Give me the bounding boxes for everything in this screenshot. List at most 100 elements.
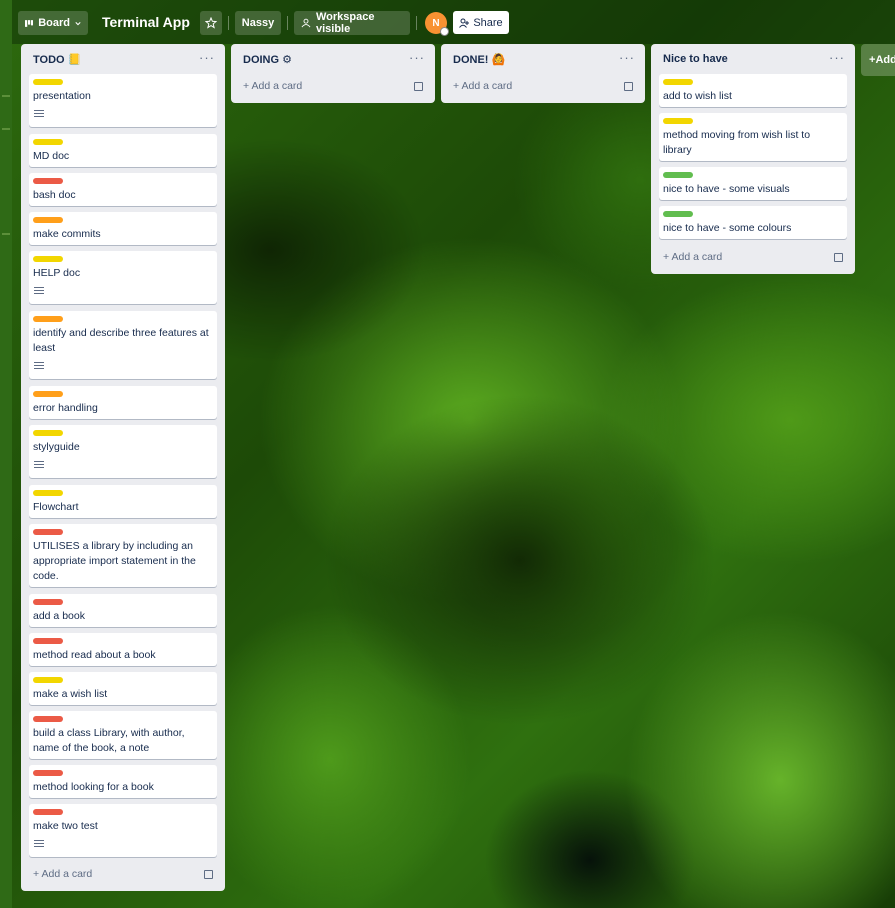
board-title[interactable]: Terminal App xyxy=(102,14,190,30)
card-title: Flowchart xyxy=(33,501,79,513)
label-red xyxy=(33,770,63,776)
card[interactable]: bash doc xyxy=(29,173,217,206)
card[interactable]: add to wish list xyxy=(659,74,847,107)
label-red xyxy=(33,178,63,184)
visibility-label: Workspace visible xyxy=(315,11,375,35)
list-title[interactable]: DOING ⚙ xyxy=(243,53,292,66)
label-green xyxy=(663,211,693,217)
template-icon[interactable] xyxy=(414,82,423,91)
description-icon xyxy=(34,110,44,118)
label-yellow xyxy=(33,490,63,496)
list-nice-to-have: Nice to have ··· add to wish list method… xyxy=(651,44,855,274)
add-card-label: Add a card xyxy=(41,868,93,880)
strip-mark xyxy=(2,128,10,130)
card-title: presentation xyxy=(33,90,91,102)
card-title: make two test xyxy=(33,820,98,832)
list-title[interactable]: TODO 📒 xyxy=(33,53,81,66)
label-yellow xyxy=(33,139,63,145)
card[interactable]: make commits xyxy=(29,212,217,245)
card[interactable]: HELP doc xyxy=(29,251,217,304)
card[interactable]: nice to have - some colours xyxy=(659,206,847,239)
card-title: make a wish list xyxy=(33,688,108,700)
member-avatar[interactable]: N xyxy=(425,12,449,36)
card[interactable]: method read about a book xyxy=(29,633,217,666)
card[interactable]: stylyguide xyxy=(29,425,217,478)
label-orange xyxy=(33,217,63,223)
card[interactable]: method looking for a book xyxy=(29,765,217,798)
share-label: Share xyxy=(473,16,503,29)
card-title: method looking for a book xyxy=(33,781,154,793)
visibility-button[interactable]: Workspace visible xyxy=(294,11,410,35)
card[interactable]: identify and describe three features at … xyxy=(29,311,217,379)
description-icon xyxy=(34,461,44,469)
share-button[interactable]: Share xyxy=(453,11,509,34)
list-header: DOING ⚙ ··· xyxy=(231,44,435,76)
label-orange xyxy=(33,391,63,397)
list-done: DONE! 🙆 ··· + Add a card xyxy=(441,44,645,103)
workspace-button[interactable]: Nassy xyxy=(235,11,281,35)
add-card-button[interactable]: + Add a card xyxy=(243,80,302,92)
card-title: method moving from wish list to library xyxy=(663,129,811,156)
description-icon xyxy=(34,840,44,848)
list-header: DONE! 🙆 ··· xyxy=(441,44,645,76)
add-card-label: Add a card xyxy=(671,251,723,263)
card-title: nice to have - some visuals xyxy=(663,183,790,195)
share-icon xyxy=(459,18,470,28)
ellipsis-icon[interactable]: ··· xyxy=(409,50,425,65)
label-orange xyxy=(33,316,63,322)
template-icon[interactable] xyxy=(624,82,633,91)
card[interactable]: nice to have - some visuals xyxy=(659,167,847,200)
list-header: Nice to have ··· xyxy=(651,44,855,76)
card[interactable]: add a book xyxy=(29,594,217,627)
card-title: MD doc xyxy=(33,150,70,162)
label-red xyxy=(33,599,63,605)
list-header: TODO 📒 ··· xyxy=(21,44,225,76)
card[interactable]: make a wish list xyxy=(29,672,217,705)
description-icon xyxy=(34,362,44,370)
star-icon xyxy=(205,17,217,29)
template-icon[interactable] xyxy=(834,253,843,262)
label-red xyxy=(33,638,63,644)
card[interactable]: UTILISES a library by including an appro… xyxy=(29,524,217,587)
left-edge-strip xyxy=(0,0,12,908)
label-red xyxy=(33,809,63,815)
admin-badge-icon xyxy=(440,27,449,36)
card[interactable]: make two test xyxy=(29,804,217,857)
label-green xyxy=(663,172,693,178)
card[interactable]: MD doc xyxy=(29,134,217,167)
label-yellow xyxy=(33,256,63,262)
card-title: nice to have - some colours xyxy=(663,222,792,234)
strip-mark xyxy=(2,95,10,97)
list-title[interactable]: Nice to have xyxy=(663,53,728,65)
template-icon[interactable] xyxy=(204,870,213,879)
label-yellow xyxy=(663,118,693,124)
card[interactable]: error handling xyxy=(29,386,217,419)
label-yellow xyxy=(33,677,63,683)
add-card-label: Add a card xyxy=(251,80,303,92)
card-title: UTILISES a library by including an appro… xyxy=(33,540,196,582)
board-view-switcher[interactable]: Board xyxy=(18,11,88,35)
card-title: build a class Library, with author, name… xyxy=(33,727,185,754)
ellipsis-icon[interactable]: ··· xyxy=(619,50,635,65)
ellipsis-icon[interactable]: ··· xyxy=(199,50,215,65)
add-card-button[interactable]: + Add a card xyxy=(453,80,512,92)
label-red xyxy=(33,529,63,535)
avatar-initial: N xyxy=(432,17,440,29)
card[interactable]: Flowchart xyxy=(29,485,217,518)
add-card-button[interactable]: + Add a card xyxy=(663,251,722,263)
card[interactable]: method moving from wish list to library xyxy=(659,113,847,161)
label-red xyxy=(33,716,63,722)
card[interactable]: build a class Library, with author, name… xyxy=(29,711,217,759)
workspace-name: Nassy xyxy=(241,17,275,29)
card-title: error handling xyxy=(33,402,98,414)
card[interactable]: presentation xyxy=(29,74,217,127)
header-divider xyxy=(287,16,288,30)
star-button[interactable] xyxy=(200,11,222,35)
board-icon xyxy=(25,19,34,27)
description-icon xyxy=(34,287,44,295)
add-card-button[interactable]: + Add a card xyxy=(33,868,92,880)
add-list-button[interactable]: + Add another list xyxy=(861,44,895,76)
ellipsis-icon[interactable]: ··· xyxy=(829,50,845,65)
card-title: bash doc xyxy=(33,189,76,201)
list-title[interactable]: DONE! 🙆 xyxy=(453,53,505,66)
